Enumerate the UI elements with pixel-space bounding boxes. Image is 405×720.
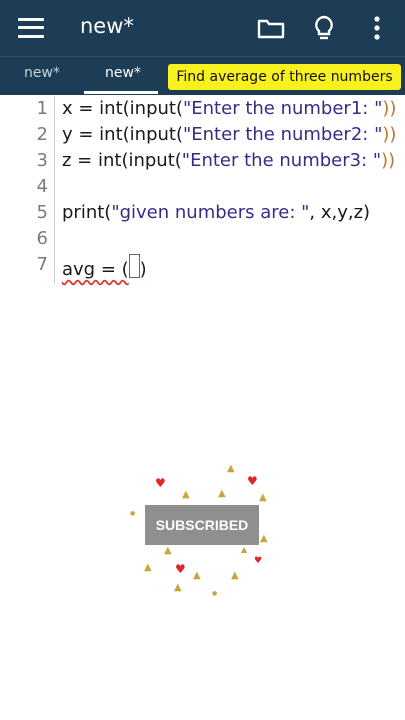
confetti-dot: ● [212,590,218,597]
code-line-active[interactable]: avg = () [62,254,147,280]
line-number: 7 [36,254,48,275]
line-number: 6 [36,228,48,249]
bell-icon: ▲ [182,489,190,500]
video-caption-banner: Find average of three numbers [168,64,401,90]
line-number: 4 [36,176,48,197]
bell-icon: ▲ [231,570,239,581]
code-line[interactable]: print("given numbers are: ", x,y,z) [62,202,370,223]
text-cursor [128,254,140,278]
lightbulb-icon[interactable] [309,13,339,43]
heart-icon: ♥ [254,556,263,566]
more-vertical-icon[interactable] [362,13,392,43]
page-title: new* [80,14,134,38]
line-number: 5 [36,202,48,223]
line-number: 2 [36,124,48,145]
tab-file-1[interactable]: new* [24,65,60,81]
bell-icon: ▲ [260,533,268,544]
bell-icon: ▲ [218,488,226,499]
bell-icon: ▲ [193,570,201,581]
heart-icon: ♥ [247,474,258,488]
bell-icon: ▲ [259,492,267,503]
confetti-dot: ● [130,510,136,517]
app-bar: new* [0,0,405,56]
code-line[interactable]: y = int(input("Enter the number2: ")) [62,124,396,145]
menu-icon[interactable] [18,15,44,41]
folder-icon[interactable] [256,13,286,43]
bell-icon: ▲ [241,545,248,554]
bell-icon: ▲ [174,582,182,593]
subscribed-badge: SUBSCRIBED [145,505,259,545]
tab-file-2[interactable]: new* [105,65,141,81]
line-number: 1 [36,98,48,119]
heart-icon: ♥ [175,562,186,576]
heart-icon: ♥ [155,476,166,490]
line-number: 3 [36,150,48,171]
bell-icon: ▲ [164,545,172,556]
active-tab-indicator [84,91,158,94]
bell-icon: ▲ [227,463,235,474]
bell-icon: ▲ [144,562,152,573]
code-line[interactable]: x = int(input("Enter the number1: ")) [62,98,396,119]
gutter-divider [54,96,55,284]
code-line[interactable]: z = int(input("Enter the number3: ")) [62,150,395,171]
